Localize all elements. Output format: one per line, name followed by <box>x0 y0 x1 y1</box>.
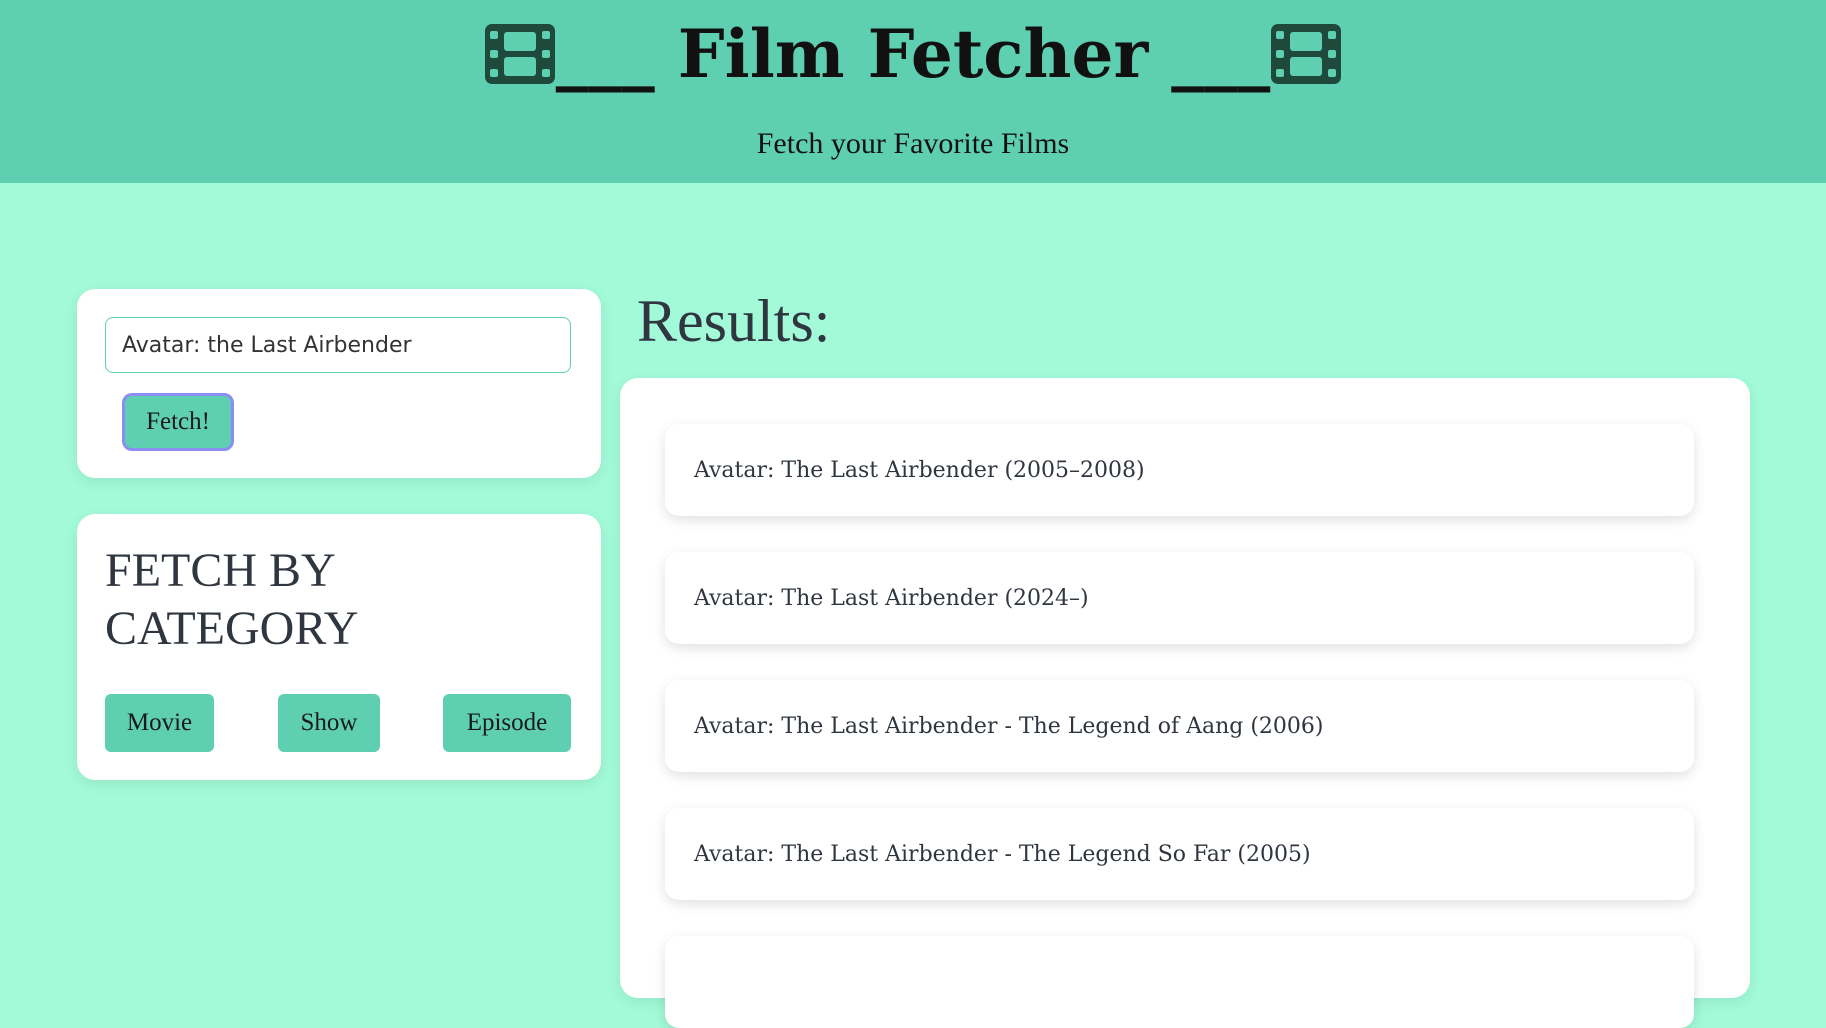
film-icon <box>1271 24 1342 84</box>
result-item[interactable]: Avatar: The Last Airbender - The Legend … <box>665 680 1694 772</box>
show-button[interactable]: Show <box>278 694 380 752</box>
category-card: FETCH BY CATEGORY Movie Show Episode <box>77 514 601 780</box>
category-title: FETCH BY CATEGORY <box>105 544 359 655</box>
fetch-button[interactable]: Fetch! <box>122 393 234 451</box>
result-item-partial[interactable] <box>665 936 1694 1028</box>
page-subtitle: Fetch your Favorite Films <box>756 127 1070 160</box>
result-item[interactable]: Avatar: The Last Airbender (2005–2008) <box>665 424 1694 516</box>
search-input[interactable] <box>105 317 571 373</box>
site-header: ___ Film Fetcher ___ Fetch your Favorite… <box>0 0 1826 183</box>
page-title: ___ Film Fetcher ___ <box>555 15 1271 93</box>
episode-button[interactable]: Episode <box>443 694 571 752</box>
results-card: Avatar: The Last Airbender (2005–2008) A… <box>620 378 1750 1028</box>
movie-button[interactable]: Movie <box>105 694 214 752</box>
result-item[interactable]: Avatar: The Last Airbender - The Legend … <box>665 808 1694 900</box>
film-icon <box>484 24 555 84</box>
results-heading: Results: <box>637 288 831 354</box>
title-row: ___ Film Fetcher ___ <box>0 14 1826 94</box>
result-item[interactable]: Avatar: The Last Airbender (2024–) <box>665 552 1694 644</box>
